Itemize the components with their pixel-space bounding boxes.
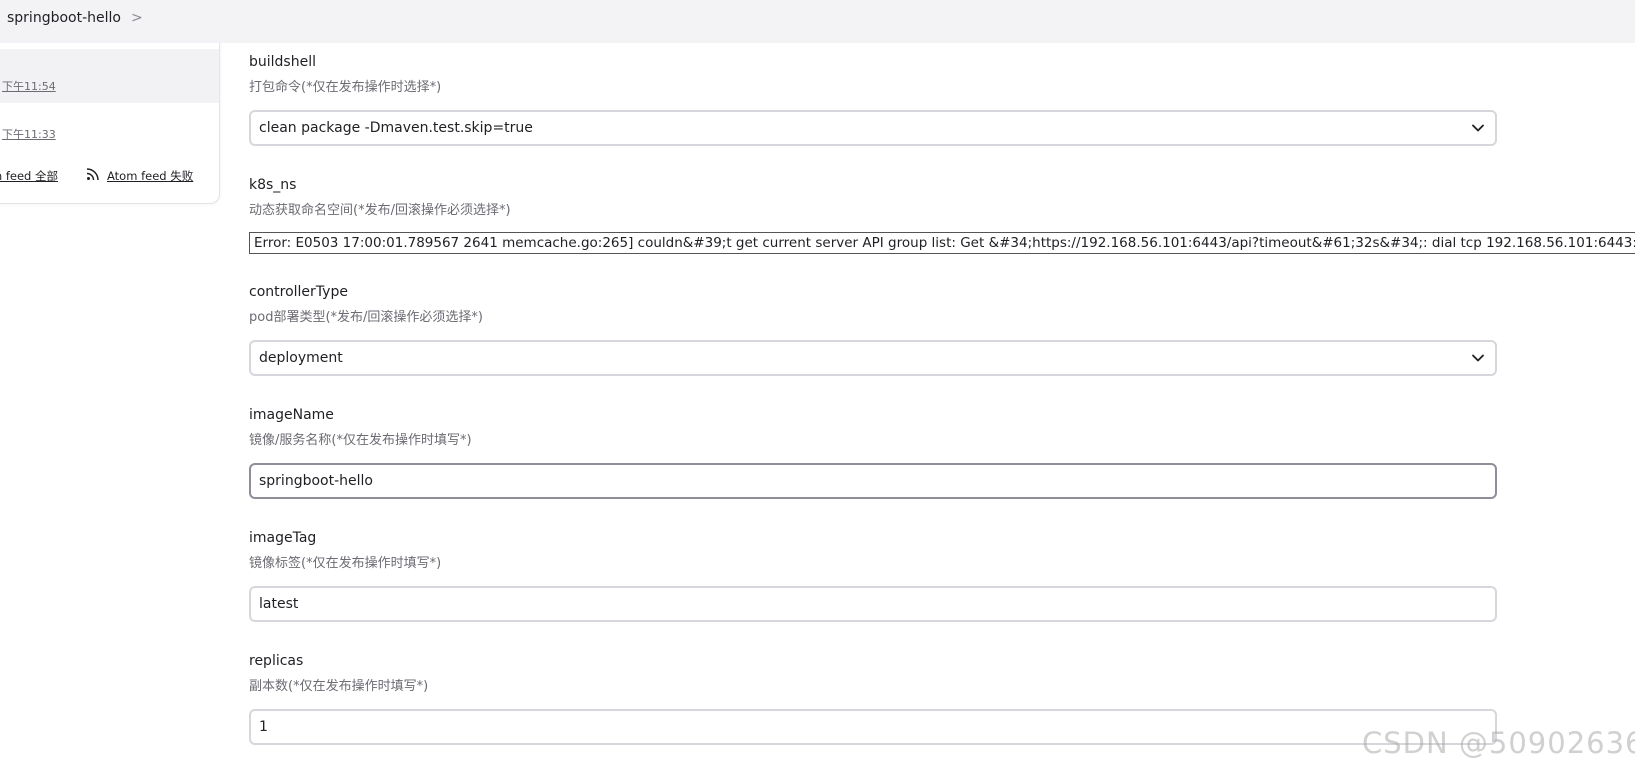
select-value: deployment [259,350,343,366]
select-value: clean package -Dmaven.test.skip=true [259,120,533,136]
param-image-name: imageName 镜像/服务名称(*仅在发布操作时填写*) springboo… [249,405,1497,499]
param-buildshell: buildshell 打包命令(*仅在发布操作时选择*) clean packa… [249,52,1497,146]
param-controller-type: controllerType pod部署类型(*发布/回滚操作必须选择*) de… [249,282,1497,376]
param-description: 镜像/服务名称(*仅在发布操作时填写*) [249,433,472,448]
atom-feed-all-link[interactable]: Atom feed 全部 [0,168,58,184]
param-label: imageName [249,407,334,423]
image-tag-input[interactable]: latest [249,586,1497,622]
breadcrumb-bar: springboot-hello > [0,0,1635,43]
image-name-input[interactable]: springboot-hello [249,463,1497,499]
param-k8s-ns: k8s_ns 动态获取命名空间(*发布/回滚操作必须选择*) Error: E0… [249,175,1635,254]
chevron-right-icon[interactable]: > [131,10,143,26]
param-label: imageTag [249,530,317,546]
watermark: CSDN @50902636 [1362,726,1635,760]
replicas-input[interactable]: 1 [249,709,1497,745]
rss-icon [86,168,99,181]
build-time-link[interactable]: 下午11:33 [2,126,56,142]
param-description: 动态获取命名空间(*发布/回滚操作必须选择*) [249,203,511,218]
build-history-row[interactable]: 下午11:33 [0,103,219,155]
build-time-link[interactable]: 下午11:54 [2,78,56,94]
atom-feed-fail-link[interactable]: Atom feed 失败 [107,168,193,184]
chevron-down-icon [1472,124,1484,132]
param-label: controllerType [249,284,348,300]
param-description: 打包命令(*仅在发布操作时选择*) [249,80,442,95]
param-description: 镜像标签(*仅在发布操作时填写*) [249,556,442,571]
param-label: replicas [249,653,304,669]
param-description: pod部署类型(*发布/回滚操作必须选择*) [249,310,483,325]
breadcrumb-job-link[interactable]: springboot-hello [7,10,121,26]
buildshell-select[interactable]: clean package -Dmaven.test.skip=true [249,110,1497,146]
build-history-panel: 下午11:54 下午11:33 Atom feed 全部 Atom feed 失… [0,43,220,204]
param-description: 副本数(*仅在发布操作时填写*) [249,679,429,694]
param-replicas: replicas 副本数(*仅在发布操作时填写*) 1 [249,651,1497,745]
param-label: k8s_ns [249,177,297,193]
param-image-tag: imageTag 镜像标签(*仅在发布操作时填写*) latest [249,528,1497,622]
chevron-down-icon [1472,354,1484,362]
controller-type-select[interactable]: deployment [249,340,1497,376]
build-history-row[interactable]: 下午11:54 [0,49,219,103]
k8s-ns-error-output: Error: E0503 17:00:01.789567 2641 memcac… [249,232,1635,254]
param-label: buildshell [249,54,316,70]
